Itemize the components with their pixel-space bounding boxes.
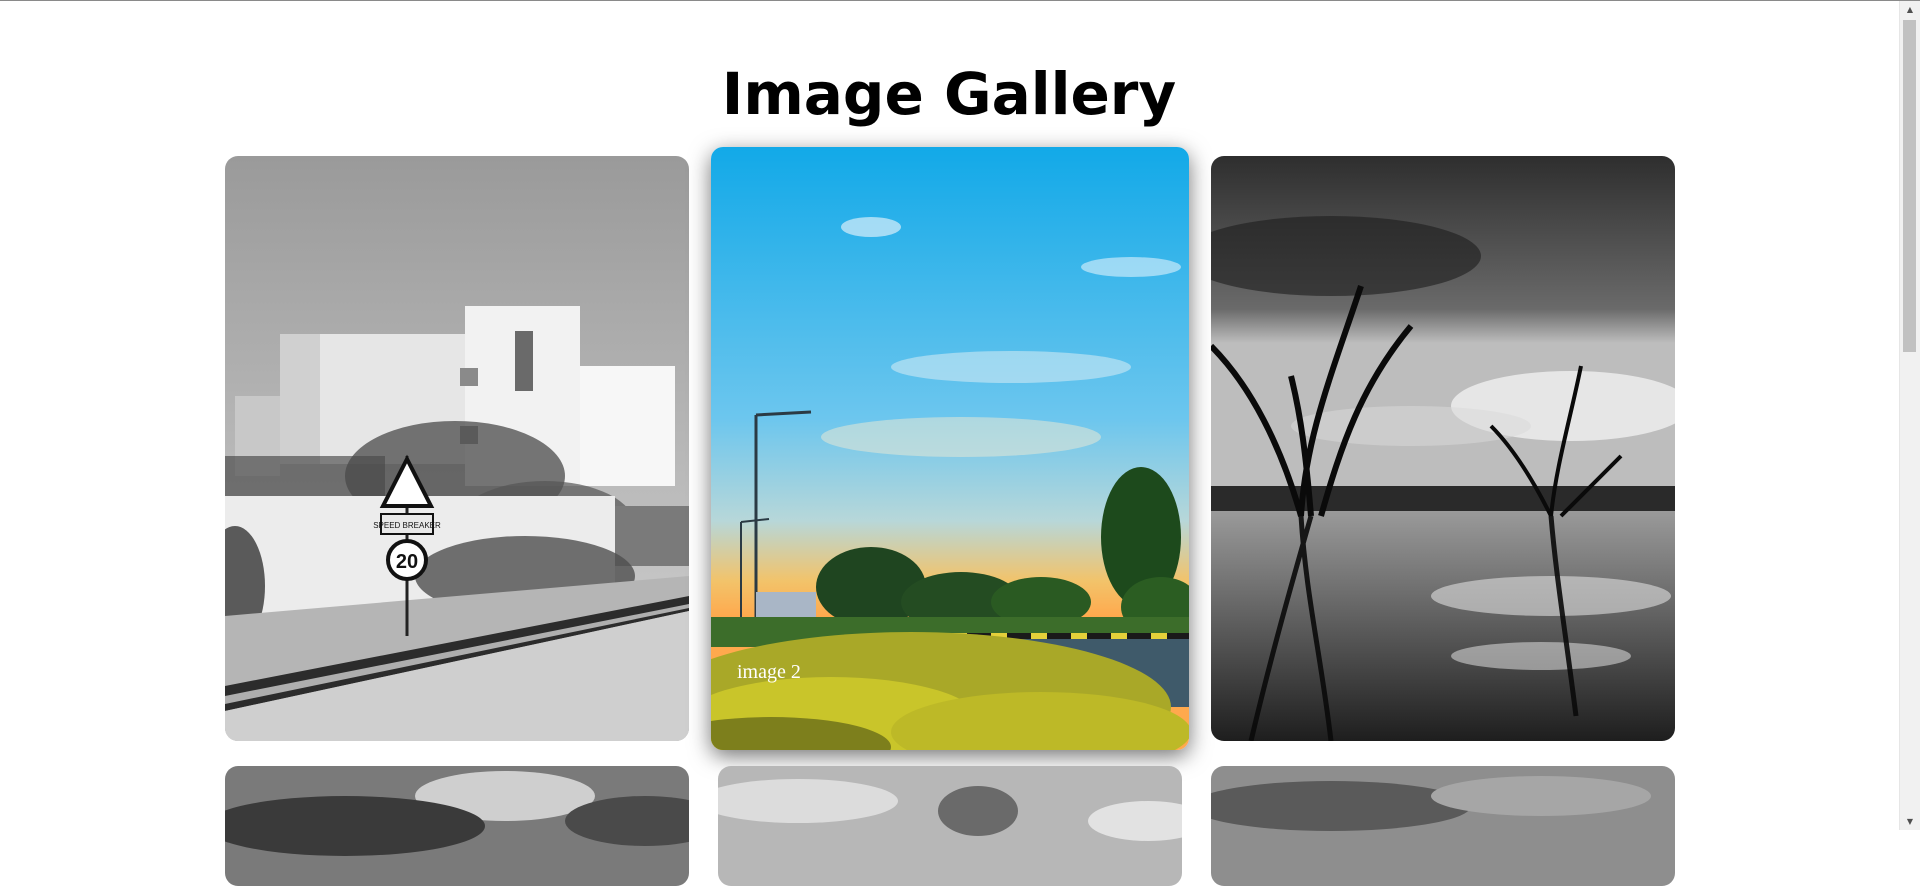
scroll-thumb[interactable] [1903,20,1916,352]
scroll-down-icon[interactable]: ▼ [1900,813,1920,830]
scroll-up-icon[interactable]: ▲ [1900,1,1920,18]
gallery-image-sunset [711,147,1189,750]
gallery-image-grass-reflection [1211,156,1675,741]
gallery-image-cloudy-sky [225,766,689,886]
gallery-card-3[interactable] [1211,156,1675,741]
speed-limit-number: 20 [396,551,418,573]
page-title: Image Gallery [721,60,1177,128]
gallery-card-1[interactable]: SPEED BREAKER 20 [225,156,689,741]
gallery-image-cloudy-sky [1211,766,1675,886]
gallery-card-4[interactable] [225,766,689,886]
image-caption: image 2 [737,661,801,683]
gallery-image-cloudy-sky [718,766,1182,886]
road-sign-text: SPEED BREAKER [373,521,441,530]
window-top-border [0,0,1920,1]
vertical-scrollbar[interactable]: ▲ ▼ [1899,1,1920,830]
gallery-card-5[interactable] [718,766,1182,886]
gallery-card-2[interactable]: image 2 [711,147,1189,750]
gallery-image-building: SPEED BREAKER 20 [225,156,689,741]
gallery-card-6[interactable] [1211,766,1675,886]
